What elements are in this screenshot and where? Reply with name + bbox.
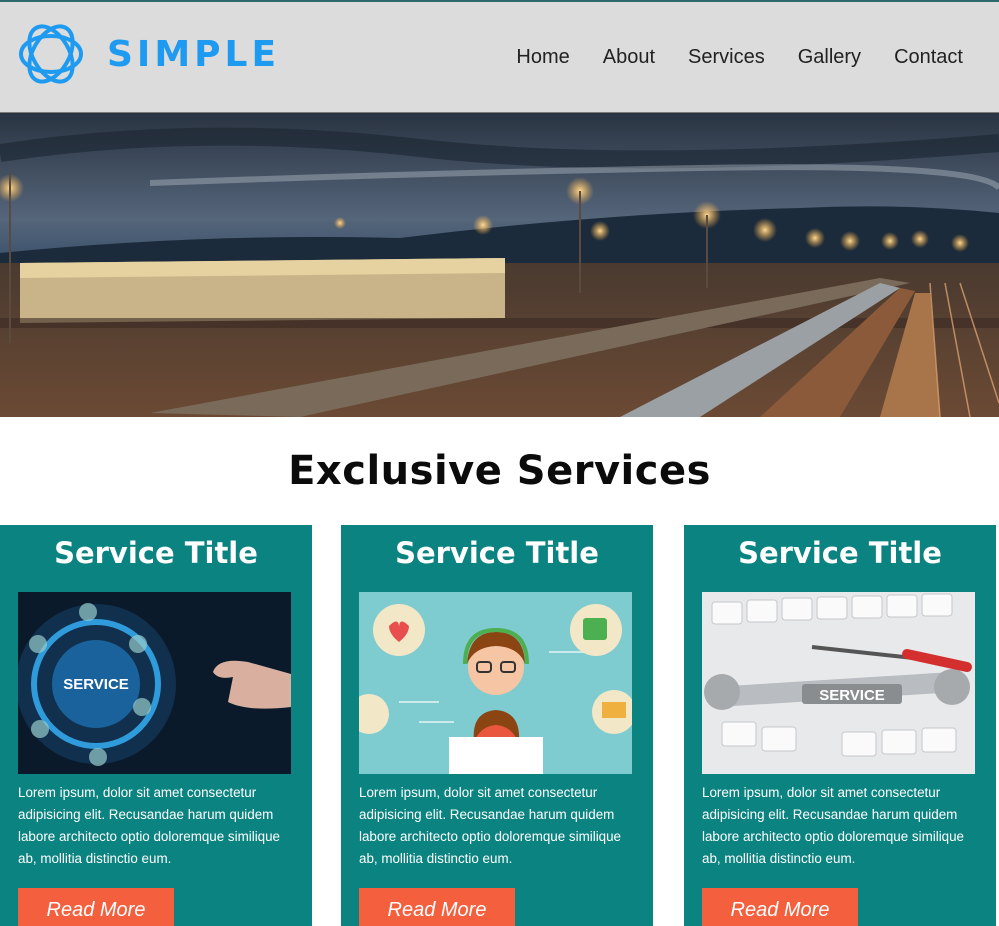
card-description: Lorem ipsum, dolor sit amet consectetur …: [359, 785, 622, 866]
service-card: Service Title SERVICE Lorem ipsum, dolor…: [684, 525, 996, 926]
interlocking-rings-icon[interactable]: [17, 20, 85, 88]
nav-about[interactable]: About: [603, 46, 655, 69]
card-title: Service Title: [54, 536, 258, 570]
service-card: Service Title Lorem ipsum, dolor sit ame…: [341, 525, 653, 926]
svg-text:SERVICE: SERVICE: [63, 676, 129, 693]
service-card: Service Title SERVICE Lorem ipsum, dolor…: [0, 525, 312, 926]
wrenches-keyboard-photo: SERVICE: [702, 592, 975, 774]
read-more-button[interactable]: Read More: [359, 888, 515, 926]
service-tech-hand-photo: SERVICE: [18, 592, 291, 774]
card-title: Service Title: [738, 536, 942, 570]
main-nav: Home About Services Gallery Contact: [483, 46, 963, 69]
read-more-button[interactable]: Read More: [702, 888, 858, 926]
read-more-button[interactable]: Read More: [18, 888, 174, 926]
nav-contact[interactable]: Contact: [894, 46, 963, 69]
svg-text:SERVICE: SERVICE: [819, 687, 885, 704]
hero-banner-image: [0, 113, 999, 417]
brand-name[interactable]: SIMPLE: [107, 34, 280, 75]
nav-services[interactable]: Services: [688, 46, 765, 69]
card-title: Service Title: [395, 536, 599, 570]
customer-support-agent-illustration: [359, 592, 632, 774]
site-header: SIMPLE Home About Services Gallery Conta…: [0, 0, 999, 113]
section-heading: Exclusive Services: [288, 448, 711, 494]
nav-home[interactable]: Home: [516, 46, 569, 69]
nav-gallery[interactable]: Gallery: [798, 46, 861, 69]
card-description: Lorem ipsum, dolor sit amet consectetur …: [702, 785, 965, 866]
card-description: Lorem ipsum, dolor sit amet consectetur …: [18, 785, 281, 866]
